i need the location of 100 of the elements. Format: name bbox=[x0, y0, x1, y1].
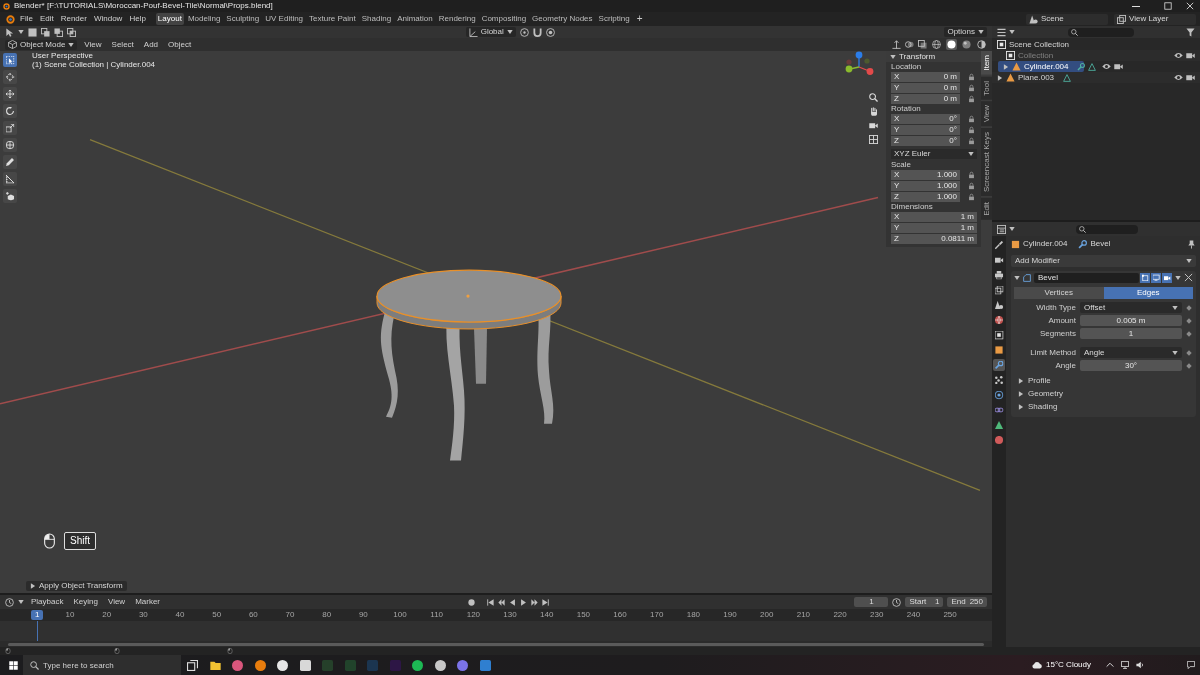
square-app-icon[interactable] bbox=[299, 659, 311, 671]
round-app-icon[interactable] bbox=[254, 659, 266, 671]
dropdown-field[interactable]: Angle bbox=[1080, 347, 1182, 358]
box-icon[interactable] bbox=[993, 329, 1005, 341]
panel-header[interactable]: Transform bbox=[886, 51, 981, 62]
options-dropdown[interactable]: Options bbox=[944, 27, 987, 37]
search-input[interactable]: Type here to search bbox=[43, 659, 174, 671]
speaker-icon[interactable] bbox=[1136, 661, 1144, 669]
edit-mode-icon[interactable] bbox=[1140, 272, 1150, 283]
segment-button[interactable]: Edges bbox=[1103, 287, 1193, 299]
workspace-tab[interactable]: Texture Paint bbox=[307, 13, 358, 25]
pin-icon[interactable] bbox=[1187, 239, 1196, 249]
last-operator-panel[interactable]: Apply Object Transform bbox=[26, 581, 127, 591]
number-field[interactable]: Z 0° bbox=[891, 136, 960, 146]
number-field[interactable]: X 1.000 bbox=[891, 170, 960, 180]
lock-icon[interactable] bbox=[967, 137, 975, 145]
subpanel-header[interactable]: Profile bbox=[1014, 375, 1193, 387]
screwdriver-icon[interactable] bbox=[993, 239, 1005, 251]
workspace-tab[interactable]: Compositing bbox=[479, 13, 529, 25]
number-field[interactable]: 0.005 m bbox=[1080, 315, 1182, 326]
add-workspace-button[interactable]: + bbox=[633, 14, 646, 24]
grid-icon[interactable] bbox=[869, 135, 878, 144]
lock-icon[interactable] bbox=[967, 115, 975, 123]
sidebar-tab[interactable]: Screencast Keys bbox=[981, 128, 992, 197]
eye-icon[interactable] bbox=[1174, 73, 1183, 82]
close-icon[interactable] bbox=[1186, 2, 1194, 10]
wrench-icon[interactable] bbox=[1077, 62, 1086, 71]
triangle-outline-icon[interactable] bbox=[1063, 73, 1072, 82]
xray-icon[interactable] bbox=[918, 40, 927, 49]
maximize-icon[interactable] bbox=[1164, 2, 1172, 10]
round-app-icon[interactable] bbox=[412, 659, 423, 671]
number-field[interactable]: Y 0° bbox=[891, 125, 960, 135]
segment-button[interactable]: Vertices bbox=[1014, 287, 1104, 299]
modifier-name-field[interactable]: Bevel bbox=[1034, 272, 1139, 283]
play-reverse-icon[interactable] bbox=[509, 598, 517, 606]
add-cube-icon[interactable] bbox=[3, 189, 17, 203]
subpanel-header[interactable]: Shading bbox=[1014, 401, 1193, 413]
number-field[interactable]: Y 1 m bbox=[891, 223, 977, 233]
clock-icon[interactable] bbox=[5, 597, 14, 607]
subpanel-header[interactable]: Geometry bbox=[1014, 388, 1193, 400]
menu-item[interactable]: Help bbox=[127, 15, 148, 23]
zoom-icon[interactable] bbox=[869, 93, 878, 102]
panel-icon[interactable] bbox=[997, 224, 1006, 234]
particles-icon[interactable] bbox=[993, 374, 1005, 386]
sidebar-tab[interactable]: View bbox=[981, 101, 992, 127]
cloud-icon[interactable] bbox=[1032, 660, 1042, 670]
triangle-outline-icon[interactable] bbox=[1088, 62, 1097, 71]
sidebar-tab[interactable]: Edit bbox=[981, 198, 992, 221]
menu-item[interactable]: Playback bbox=[28, 598, 67, 606]
number-field[interactable]: 1 bbox=[1080, 328, 1182, 339]
lock-icon[interactable] bbox=[967, 84, 975, 92]
lock-icon[interactable] bbox=[967, 95, 975, 103]
gizmo-arrows-icon[interactable] bbox=[892, 40, 901, 49]
hand-icon[interactable] bbox=[869, 107, 878, 116]
lock-icon[interactable] bbox=[967, 171, 975, 179]
select-box-icon[interactable] bbox=[3, 53, 17, 67]
add-modifier-dropdown[interactable]: Add Modifier bbox=[1011, 255, 1196, 267]
number-field[interactable]: Z 1.000 bbox=[891, 192, 960, 202]
current-frame-field[interactable]: 1 bbox=[854, 597, 889, 607]
jump-end-icon[interactable] bbox=[542, 598, 550, 606]
workspace-tab[interactable]: Geometry Nodes bbox=[530, 13, 595, 25]
wrench-icon[interactable] bbox=[993, 359, 1005, 371]
menu-item[interactable]: View bbox=[81, 40, 105, 49]
weather-text[interactable]: 15°C Cloudy bbox=[1046, 661, 1091, 669]
magnet-icon[interactable] bbox=[532, 27, 542, 37]
pivot-icon[interactable] bbox=[519, 27, 529, 37]
eye-icon[interactable] bbox=[1174, 51, 1183, 60]
lock-icon[interactable] bbox=[967, 126, 975, 134]
monitor-icon[interactable] bbox=[1151, 272, 1161, 283]
scene-selector[interactable]: Scene bbox=[1026, 13, 1108, 25]
workspace-tab[interactable]: Scripting bbox=[596, 13, 632, 25]
scale-icon[interactable] bbox=[3, 121, 17, 135]
material-sphere-icon[interactable] bbox=[961, 39, 972, 50]
menu-item[interactable]: File bbox=[18, 15, 35, 23]
menu-item[interactable]: Add bbox=[140, 40, 162, 49]
workspace-tab[interactable]: Rendering bbox=[436, 13, 478, 25]
chat-bubble-icon[interactable] bbox=[1187, 661, 1195, 669]
record-icon[interactable] bbox=[468, 598, 476, 606]
number-field[interactable]: X 0° bbox=[891, 114, 960, 124]
orientation-dropdown[interactable]: Global bbox=[465, 27, 516, 37]
triangle-icon[interactable] bbox=[993, 419, 1005, 431]
rendered-sphere-icon[interactable] bbox=[976, 39, 987, 50]
number-field[interactable]: X 1 m bbox=[891, 212, 977, 222]
workspace-tab[interactable]: UV Editing bbox=[263, 13, 306, 25]
outliner-item[interactable]: Plane.003 bbox=[992, 72, 1200, 83]
caret-icon[interactable] bbox=[1175, 274, 1181, 281]
minimize-icon[interactable] bbox=[1132, 5, 1140, 7]
menu-item[interactable]: Edit bbox=[37, 15, 56, 23]
number-field[interactable]: Y 0 m bbox=[891, 83, 960, 93]
set-square-icon[interactable] bbox=[3, 172, 17, 186]
camera-icon[interactable] bbox=[1162, 272, 1172, 283]
rotate-icon[interactable] bbox=[3, 104, 17, 118]
sidebar-tab[interactable]: Tool bbox=[981, 76, 992, 100]
view-layer-selector[interactable]: View Layer bbox=[1114, 13, 1196, 25]
workspace-tab[interactable]: Modeling bbox=[185, 13, 223, 25]
number-field[interactable]: X 0 m bbox=[891, 72, 960, 82]
folder-icon[interactable] bbox=[209, 659, 221, 671]
number-field[interactable]: Z 0 m bbox=[891, 94, 960, 104]
lock-icon[interactable] bbox=[967, 73, 975, 81]
cursor-arrow-icon[interactable] bbox=[5, 27, 14, 37]
